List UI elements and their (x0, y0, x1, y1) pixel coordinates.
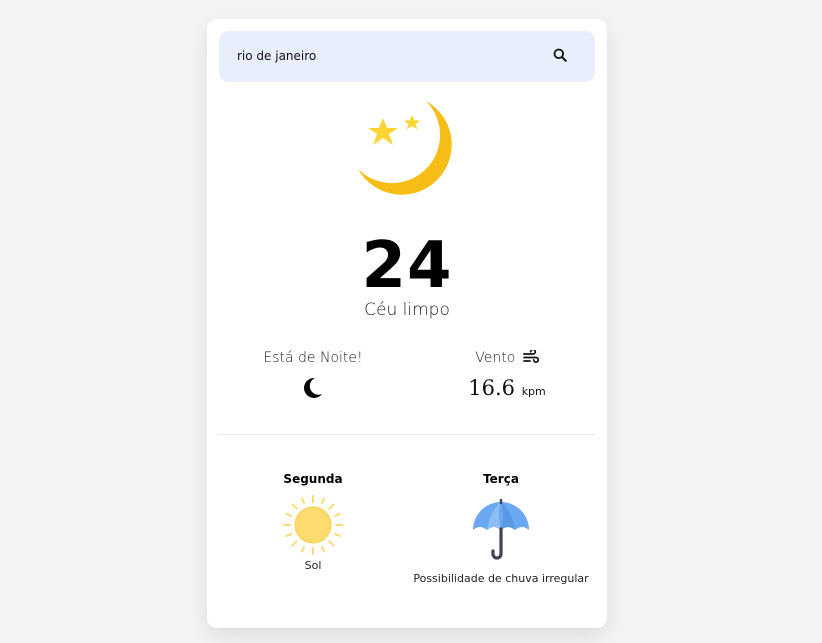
forecast-day-2-text: Possibilidade de chuva irregular (413, 572, 589, 585)
umbrella-icon (473, 499, 529, 560)
forecast-day-2-name: Terça (483, 472, 519, 486)
wind-speed-value: 16.6 (468, 376, 515, 400)
forecast-day-1-text: Sol (304, 559, 322, 572)
night-label: Está de Noite! (263, 350, 363, 366)
weather-description: Céu limpo (364, 300, 450, 320)
wind-speed-unit: kpm (521, 385, 546, 398)
temperature: 24 (361, 229, 453, 303)
wind-label: Vento (475, 350, 516, 366)
search-input[interactable] (237, 46, 537, 66)
search-bar (219, 31, 595, 82)
wind-icon (522, 350, 539, 363)
divider (219, 434, 595, 435)
weather-card: 24 Céu limpo Está de Noite! Vento 16.6 k… (207, 19, 607, 628)
sun-icon (283, 495, 343, 555)
wind-label-group: Vento (407, 350, 607, 366)
search-button[interactable] (550, 46, 570, 66)
crescent-moon-stars-icon (358, 101, 452, 195)
search-icon (553, 48, 567, 62)
forecast-day-1-name: Segunda (283, 472, 343, 486)
moon-icon (304, 377, 322, 398)
wind-speed: 16.6 kpm (407, 376, 607, 400)
